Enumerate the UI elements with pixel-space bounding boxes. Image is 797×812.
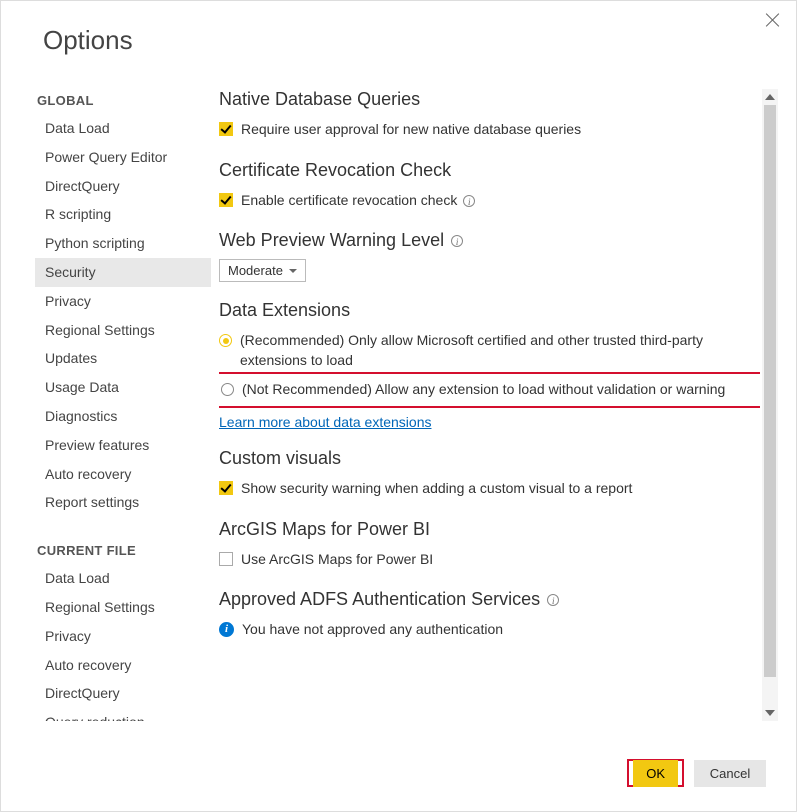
sidebar: GLOBAL Data Load Power Query Editor Dire… — [35, 89, 211, 721]
scrollbar[interactable] — [762, 89, 778, 721]
sidebar-heading-global: GLOBAL — [35, 89, 211, 114]
sidebar-item-updates[interactable]: Updates — [35, 344, 211, 373]
sidebar-item-r-scripting[interactable]: R scripting — [35, 200, 211, 229]
sidebar-item-cf-directquery[interactable]: DirectQuery — [35, 679, 211, 708]
sidebar-item-privacy[interactable]: Privacy — [35, 287, 211, 316]
sidebar-item-power-query-editor[interactable]: Power Query Editor — [35, 143, 211, 172]
sidebar-heading-current-file: CURRENT FILE — [35, 539, 211, 564]
section-title-cert-revocation: Certificate Revocation Check — [219, 160, 760, 181]
sidebar-item-usage-data[interactable]: Usage Data — [35, 373, 211, 402]
section-title-native-db: Native Database Queries — [219, 89, 760, 110]
sidebar-item-diagnostics[interactable]: Diagnostics — [35, 402, 211, 431]
sidebar-item-cf-auto-recovery[interactable]: Auto recovery — [35, 651, 211, 680]
chevron-down-icon — [289, 269, 297, 273]
section-title-data-extensions: Data Extensions — [219, 300, 760, 321]
ok-button[interactable]: OK — [633, 760, 678, 787]
label-use-arcgis: Use ArcGIS Maps for Power BI — [241, 550, 760, 570]
dropdown-web-preview-level[interactable]: Moderate — [219, 259, 306, 282]
label-enable-cert-revocation: Enable certificate revocation check i — [241, 191, 760, 211]
close-icon[interactable] — [764, 11, 782, 29]
dialog-title: Options — [43, 25, 133, 56]
sidebar-item-auto-recovery[interactable]: Auto recovery — [35, 460, 211, 489]
sidebar-item-data-load[interactable]: Data Load — [35, 114, 211, 143]
info-icon[interactable]: i — [451, 235, 463, 247]
sidebar-item-directquery[interactable]: DirectQuery — [35, 172, 211, 201]
section-title-web-preview: Web Preview Warning Level i — [219, 230, 760, 251]
sidebar-item-security[interactable]: Security — [35, 258, 211, 287]
section-title-custom-visuals: Custom visuals — [219, 448, 760, 469]
sidebar-item-report-settings[interactable]: Report settings — [35, 488, 211, 517]
section-title-arcgis: ArcGIS Maps for Power BI — [219, 519, 760, 540]
radio-data-ext-not-recommended[interactable] — [221, 383, 234, 396]
settings-pane: Native Database Queries Require user app… — [219, 89, 760, 721]
section-title-adfs: Approved ADFS Authentication Services i — [219, 589, 760, 610]
sidebar-item-python-scripting[interactable]: Python scripting — [35, 229, 211, 258]
sidebar-item-cf-data-load[interactable]: Data Load — [35, 564, 211, 593]
checkbox-require-user-approval[interactable] — [219, 122, 233, 136]
sidebar-item-preview-features[interactable]: Preview features — [35, 431, 211, 460]
label-data-ext-recommended: (Recommended) Only allow Microsoft certi… — [240, 331, 760, 370]
checkbox-use-arcgis[interactable] — [219, 552, 233, 566]
cancel-button[interactable]: Cancel — [694, 760, 766, 787]
label-adfs-none: You have not approved any authentication — [242, 620, 760, 640]
checkbox-enable-cert-revocation[interactable] — [219, 193, 233, 207]
label-custom-visual-warning: Show security warning when adding a cust… — [241, 479, 760, 499]
sidebar-item-cf-query-reduction[interactable]: Query reduction — [35, 708, 211, 721]
scroll-down-icon[interactable] — [762, 705, 778, 721]
sidebar-item-cf-regional-settings[interactable]: Regional Settings — [35, 593, 211, 622]
scroll-up-icon[interactable] — [762, 89, 778, 105]
info-icon[interactable]: i — [463, 195, 475, 207]
scroll-thumb[interactable] — [764, 105, 776, 677]
label-data-ext-not-recommended: (Not Recommended) Allow any extension to… — [242, 380, 754, 400]
sidebar-item-cf-privacy[interactable]: Privacy — [35, 622, 211, 651]
dropdown-web-preview-value: Moderate — [228, 263, 283, 278]
checkbox-custom-visual-warning[interactable] — [219, 481, 233, 495]
radio-data-ext-recommended[interactable] — [219, 334, 232, 347]
sidebar-item-regional-settings[interactable]: Regional Settings — [35, 316, 211, 345]
info-icon[interactable]: i — [547, 594, 559, 606]
label-require-user-approval: Require user approval for new native dat… — [241, 120, 760, 140]
link-learn-more-data-extensions[interactable]: Learn more about data extensions — [219, 414, 431, 430]
info-icon: i — [219, 622, 234, 637]
